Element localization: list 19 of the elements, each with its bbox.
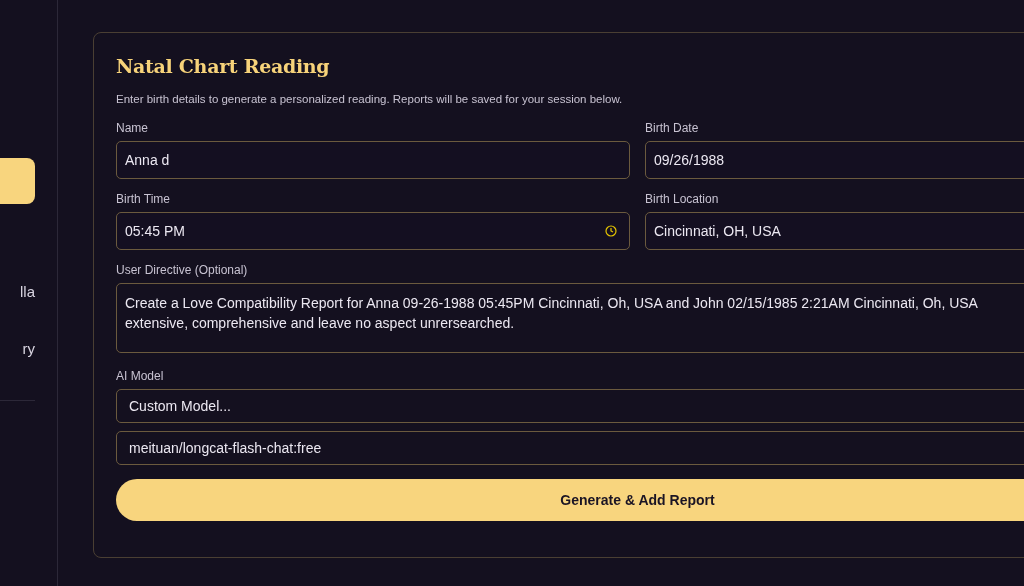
form-title: Natal Chart Reading [116, 55, 330, 77]
field-label: Birth Location [645, 192, 719, 206]
model-select[interactable]: Custom Model... [116, 389, 1024, 423]
input-field[interactable]: Anna d [116, 141, 630, 179]
field-label: User Directive (Optional) [116, 263, 248, 277]
field-label: Birth Time [116, 192, 170, 206]
time-input[interactable]: 05:45 PM [116, 212, 630, 250]
custom-model-input[interactable]: meituan/longcat-flash-chat:free [116, 431, 1024, 465]
sidebar-item[interactable]: lla [0, 268, 35, 314]
sidebar-item[interactable]: ry [0, 325, 35, 371]
form-subtitle: Enter birth details to generate a personalized reading. Reports will be saved for your session below. [116, 93, 623, 105]
generate-button[interactable]: Generate & Add Report [116, 479, 1024, 521]
clock-icon[interactable] [605, 225, 617, 237]
input-field[interactable]: 09/26/1988 [645, 141, 1024, 179]
input-field[interactable]: Cincinnati, OH, USA [645, 212, 1024, 250]
directive-textarea[interactable]: Create a Love Compatibility Report for Anna 09-26-1988 05:45PM Cincinnati, Oh, USA and John 02/15/1985 2:21AM Cincinnati, Oh, USA extensive, comprehensive and leave no aspect unrersearched. [116, 283, 1024, 353]
field-label: AI Model [116, 369, 164, 383]
field-label: Birth Date [645, 121, 699, 135]
field-label: Name [116, 121, 148, 135]
